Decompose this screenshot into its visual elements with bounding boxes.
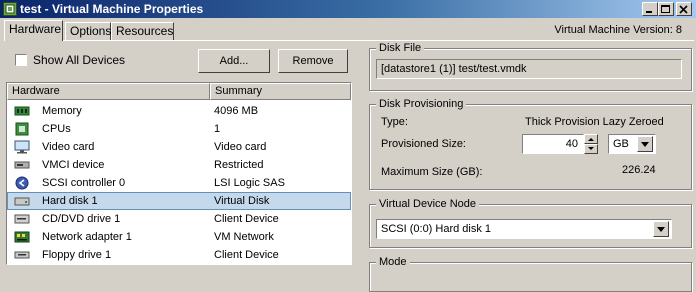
show-all-devices-checkbox[interactable]: [15, 54, 27, 66]
list-item-video-card[interactable]: Video card Video card: [7, 138, 351, 156]
type-label: Type:: [381, 116, 408, 128]
maximize-button[interactable]: [658, 2, 674, 16]
type-value: Thick Provision Lazy Zeroed: [525, 116, 664, 128]
close-icon: [679, 5, 688, 14]
remove-button[interactable]: Remove: [278, 49, 348, 73]
minimize-icon: [646, 11, 652, 13]
tab-options[interactable]: Options: [65, 22, 111, 40]
tab-hardware[interactable]: Hardware: [4, 20, 63, 41]
vmci-device-icon: [14, 161, 30, 169]
title-bar: test - Virtual Machine Properties: [0, 0, 696, 18]
vm-app-icon: [3, 2, 17, 16]
max-size-label: Maximum Size (GB):: [381, 166, 483, 178]
hardware-list[interactable]: Hardware Summary Memory 4096 MB CPUs 1 V…: [6, 82, 352, 265]
network-adapter-icon: [14, 231, 30, 243]
spin-up-icon: [588, 138, 594, 141]
tab-panel-border: [4, 40, 694, 41]
disk-provisioning-group-label: Disk Provisioning: [376, 98, 467, 110]
cd-dvd-icon: [14, 214, 30, 224]
list-item-cpus[interactable]: CPUs 1: [7, 120, 351, 138]
add-button[interactable]: Add...: [198, 49, 270, 73]
virtual-device-node-group: Virtual Device Node SCSI (0:0) Hard disk…: [369, 198, 692, 248]
virtual-device-node-dropdown-button[interactable]: [653, 221, 669, 237]
disk-file-path: [datastore1 (1)] test/test.vmdk: [376, 59, 682, 79]
chevron-down-icon: [641, 142, 649, 147]
minimize-button[interactable]: [642, 2, 658, 16]
show-all-devices-label: Show All Devices: [33, 53, 126, 67]
window-title: test - Virtual Machine Properties: [20, 2, 204, 16]
monitor-icon: [14, 140, 30, 154]
list-item-memory[interactable]: Memory 4096 MB: [7, 102, 351, 120]
size-unit-select[interactable]: GB: [608, 134, 656, 154]
list-item-floppy-drive[interactable]: Floppy drive 1 Client Device: [7, 246, 351, 264]
floppy-icon: [14, 251, 30, 259]
size-unit-value: GB: [613, 138, 629, 150]
list-item-hard-disk[interactable]: Hard disk 1 Virtual Disk: [7, 192, 351, 210]
list-item-cd-dvd-drive[interactable]: CD/DVD drive 1 Client Device: [7, 210, 351, 228]
mode-group-label: Mode: [376, 256, 410, 268]
maximize-icon: [661, 5, 670, 13]
vm-version-label: Virtual Machine Version: 8: [554, 24, 682, 36]
tab-resources[interactable]: Resources: [111, 22, 174, 40]
list-item-scsi-controller[interactable]: SCSI controller 0 LSI Logic SAS: [7, 174, 351, 192]
cpu-icon: [15, 122, 29, 136]
spin-down-button[interactable]: [584, 144, 598, 154]
provisioned-size-input[interactable]: 40: [522, 134, 584, 154]
virtual-device-node-value: SCSI (0:0) Hard disk 1: [381, 223, 492, 235]
disk-file-group: Disk File [datastore1 (1)] test/test.vmd…: [369, 42, 692, 91]
max-size-value: 226.24: [622, 164, 656, 176]
virtual-device-node-select[interactable]: SCSI (0:0) Hard disk 1: [376, 219, 672, 239]
column-header-hardware[interactable]: Hardware: [7, 83, 210, 100]
scsi-controller-icon: [15, 176, 29, 190]
chevron-down-icon: [657, 227, 665, 232]
spin-down-icon: [588, 147, 594, 150]
list-item-network-adapter[interactable]: Network adapter 1 VM Network: [7, 228, 351, 246]
mode-group: Mode: [369, 256, 692, 292]
hard-disk-icon: [14, 197, 30, 206]
list-item-vmci-device[interactable]: VMCI device Restricted: [7, 156, 351, 174]
memory-icon: [14, 106, 30, 116]
provisioned-size-label: Provisioned Size:: [381, 138, 466, 150]
disk-file-group-label: Disk File: [376, 42, 425, 54]
size-unit-dropdown-button[interactable]: [637, 136, 653, 152]
column-header-summary[interactable]: Summary: [210, 83, 351, 100]
virtual-device-node-group-label: Virtual Device Node: [376, 198, 480, 210]
close-button[interactable]: [676, 2, 692, 16]
disk-provisioning-group: Disk Provisioning Type: Thick Provision …: [369, 98, 692, 190]
spin-up-button[interactable]: [584, 134, 598, 144]
